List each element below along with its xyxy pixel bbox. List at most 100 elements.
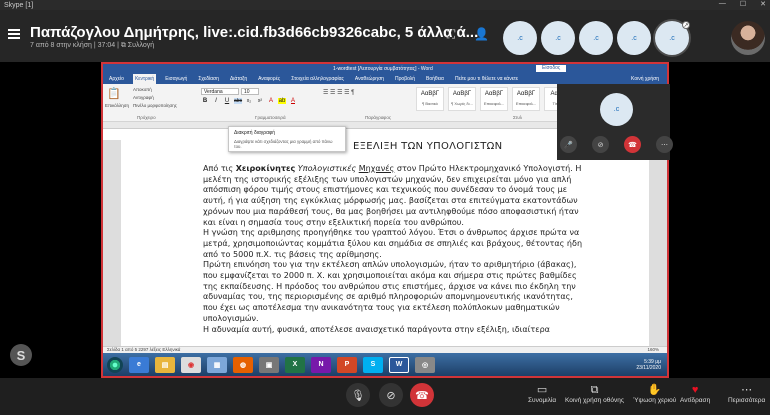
font-color-button[interactable]: A [289, 98, 297, 104]
tab-home[interactable]: Κεντρική [132, 74, 157, 84]
minimize-button[interactable]: — [719, 0, 726, 8]
tab-file[interactable]: Αρχείο [107, 74, 126, 84]
font-size-select[interactable]: 10 [241, 88, 259, 95]
paragraph: Πρώτη επινόηση του για την εκτέλεση απλώ… [203, 260, 577, 323]
window-title: Skype [1] [4, 1, 34, 9]
taskbar-app-icon[interactable]: ◎ [415, 356, 435, 373]
self-avatar: .c [600, 93, 633, 126]
more-button[interactable]: ⋯ Περισσότερα [728, 383, 765, 404]
taskbar-powerpoint-icon[interactable]: P [337, 356, 357, 373]
raise-hand-button[interactable]: ✋ Ύψωση χεριού [633, 383, 676, 404]
italic-button[interactable]: I [212, 98, 220, 104]
window-titlebar: Skype [1] — ☐ ✕ [0, 0, 770, 10]
taskbar-onenote-icon[interactable]: N [311, 356, 331, 373]
tab-references[interactable]: Αναφορές [256, 74, 282, 84]
tooltip-body: Διαγράψτε κάτι σχεδιάζοντας μια γραμμή α… [234, 139, 333, 149]
more-icon: ⋯ [741, 384, 753, 396]
font-name-select[interactable]: Verdana [201, 88, 239, 95]
taskbar-app-icon[interactable]: ▣ [259, 356, 279, 373]
document-body: Από τις Χειροκίνητες Υπολογιστικές Μηχαν… [203, 164, 583, 334]
taskbar-clock[interactable]: 5:39 μμ 23/11/2020 [636, 359, 661, 371]
mute-mic-icon[interactable]: 🎙 [346, 383, 370, 407]
taskbar-word-icon[interactable]: W [389, 356, 409, 373]
tab-design[interactable]: Σχεδίαση [196, 74, 221, 84]
taskbar-chrome-icon[interactable]: ◉ [181, 356, 201, 373]
tell-me-search[interactable]: Πείτε μου τι θέλετε να κάνετε [453, 74, 520, 84]
share-button[interactable]: Κοινή χρήση [629, 74, 661, 84]
tooltip-title: Διακριτή διαγραφή [234, 130, 275, 136]
status-text: Σελίδα 1 από 5 2297 λέξεις Ελληνικά [107, 347, 181, 352]
participant-photo[interactable] [731, 21, 765, 55]
paste-label[interactable]: Επικόλληση [105, 103, 129, 108]
document-heading: ΕΞΕΛΙΞΗ ΤΩΝ ΥΠΟΛΟΓΙΣΤΩΝ [353, 141, 503, 152]
share-screen-icon: ⧉ [590, 384, 599, 396]
underline-button[interactable]: U [223, 98, 231, 104]
word-titlebar: 1-wordtest [Λειτουργία συμβατότητας] - W… [103, 64, 667, 73]
format-painter-button[interactable]: Πινέλο μορφοποίησης [133, 103, 177, 108]
add-participant-icon[interactable]: 👤 [474, 28, 489, 40]
taskbar-excel-icon[interactable]: X [285, 356, 305, 373]
taskbar-app-icon[interactable]: ▦ [207, 356, 227, 373]
chat-button[interactable]: ▭ Συνομιλία [528, 383, 556, 404]
styles-gallery: ΑαΒβΓ ¶ Βασικό ΑαΒβΓ ¶ Χωρίς δι... ΑαΒβΓ Επ… [416, 87, 572, 111]
participant-avatar[interactable]: .c [541, 21, 575, 55]
document-area: ΕΞΕΛΙΞΗ ΤΩΝ ΥΠΟΛΟΓΙΣΤΩΝ Από τις Χειροκίν… [103, 140, 667, 346]
self-end-call-icon[interactable]: ☎ [624, 136, 641, 153]
self-more-icon[interactable]: ⋯ [656, 136, 673, 153]
close-button[interactable]: ✕ [760, 0, 766, 8]
word-title: 1-wordtest [Λειτουργία συμβατότητας] - W… [333, 65, 433, 72]
taskbar-skype-icon[interactable]: S [363, 356, 383, 373]
paragraph: Η γνώση της αριθμησης προηγήθηκε του γρα… [203, 228, 583, 259]
style-normal[interactable]: ΑαΒβΓ ¶ Βασικό [416, 87, 444, 111]
tab-mailings[interactable]: Στοιχεία αλληλογραφίας [289, 74, 346, 84]
self-mic-icon[interactable]: 🎤 [560, 136, 577, 153]
bold-button[interactable]: B [201, 98, 209, 104]
paragraph-buttons[interactable]: ☰ ☰ ☰ ☰ ¶ [323, 89, 354, 96]
heart-icon: ♥ [691, 384, 699, 396]
participant-avatar[interactable]: .c [579, 21, 613, 55]
signin-button[interactable]: Είσοδος [536, 65, 567, 72]
participant-avatar[interactable]: .c ↗ [655, 21, 690, 55]
superscript-button[interactable]: x² [256, 98, 264, 104]
tab-layout[interactable]: Διάταξη [228, 74, 249, 84]
font-group-label: Γραμματοσειρά [255, 115, 286, 120]
strikethrough-tooltip: Διακριτή διαγραφή Διαγράψτε κάτι σχεδιάζ… [228, 126, 346, 152]
style-heading-1[interactable]: ΑαΒβΓ Επικεφαλ... [480, 87, 508, 111]
clipboard-group-label: Πρόχειρο [137, 115, 156, 120]
paste-icon[interactable]: 📋 [107, 87, 121, 100]
skype-logo-icon: S [10, 344, 32, 366]
call-header: Παπάζογλου Δημήτρης, live:.cid.fb3d66cb9… [0, 10, 770, 62]
word-ribbon-tabs: Αρχείο Κεντρική Εισαγωγή Σχεδίαση Διάταξ… [103, 73, 667, 84]
end-call-button[interactable]: ☎ [410, 383, 434, 407]
taskbar-firefox-icon[interactable]: ◍ [233, 356, 253, 373]
tab-help[interactable]: Βοήθεια [424, 74, 446, 84]
layout-icon[interactable]: ⛶ [444, 28, 458, 40]
windows-taskbar: e ▤ ◉ ▦ ◍ ▣ X N P S W ◎ 5:39 μμ 23/11/20… [103, 353, 667, 376]
react-button[interactable]: ♥ Αντίδραση [680, 383, 710, 404]
style-no-spacing[interactable]: ΑαΒβΓ ¶ Χωρίς δι... [448, 87, 476, 111]
font-format-buttons: B I U abc x₂ x² A ab A [201, 98, 297, 104]
document-page[interactable]: ΕΞΕΛΙΞΗ ΤΩΝ ΥΠΟΛΟΓΙΣΤΩΝ Από τις Χειροκίν… [121, 140, 649, 346]
subscript-button[interactable]: x₂ [245, 98, 253, 104]
self-camera-icon[interactable]: ⊘ [592, 136, 609, 153]
participant-avatar[interactable]: .c [617, 21, 651, 55]
copy-button[interactable]: Αντιγραφή [133, 95, 154, 100]
taskbar-explorer-icon[interactable]: ▤ [155, 356, 175, 373]
style-heading-2[interactable]: ΑαΒβΓ Επικεφαλ... [512, 87, 540, 111]
share-screen-button[interactable]: ⧉ Κοινή χρήση οθόνης [565, 383, 624, 404]
highlight-button[interactable]: ab [278, 98, 286, 104]
strikethrough-button[interactable]: abc [234, 98, 242, 104]
menu-icon[interactable] [8, 29, 20, 39]
participant-avatar[interactable]: .c [503, 21, 537, 55]
tab-insert[interactable]: Εισαγωγή [163, 74, 189, 84]
cut-button[interactable]: Αποκοπή [133, 87, 152, 92]
maximize-button[interactable]: ☐ [740, 0, 746, 8]
call-subtitle[interactable]: 7 από 8 στην κλήση | 37:04 | ⧉ Συλλογή [30, 42, 154, 50]
start-button[interactable] [107, 356, 123, 373]
camera-off-icon[interactable]: ⊘ [379, 383, 403, 407]
tab-review[interactable]: Αναθεώρηση [353, 74, 386, 84]
self-view: .c 🎤 ⊘ ☎ ⋯ [557, 84, 673, 160]
taskbar-ie-icon[interactable]: e [129, 356, 149, 373]
tab-view[interactable]: Προβολή [393, 74, 417, 84]
text-effects-button[interactable]: A [267, 98, 275, 104]
